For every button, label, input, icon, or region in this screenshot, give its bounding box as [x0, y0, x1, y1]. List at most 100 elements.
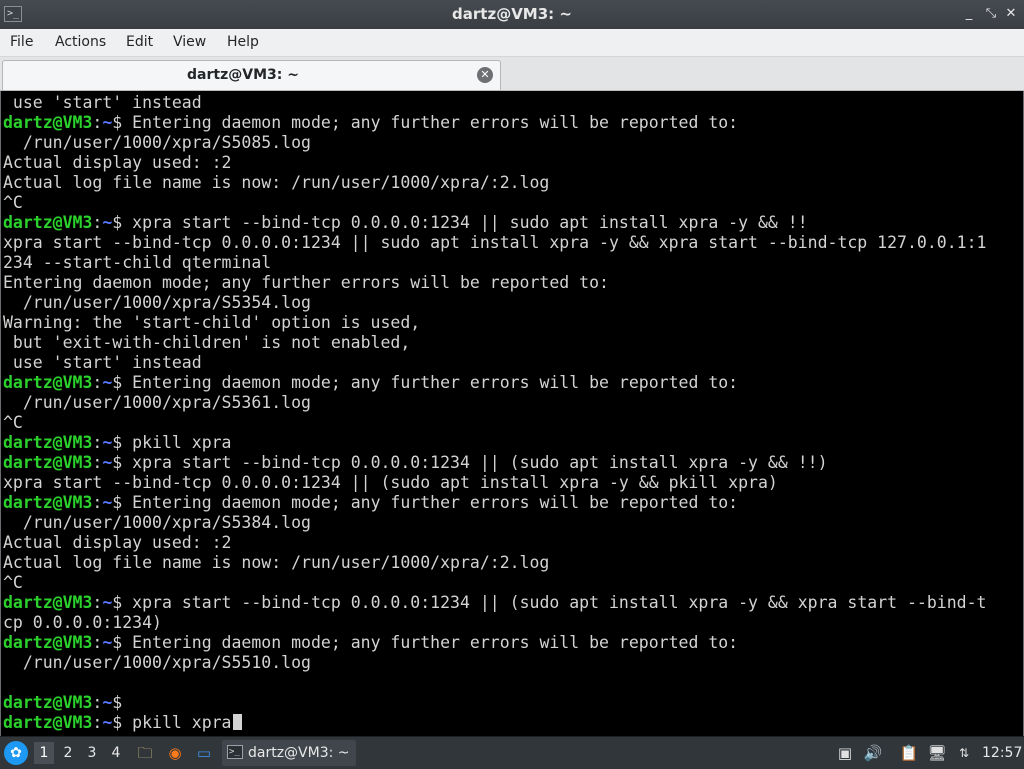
workspace-1[interactable]: 1	[34, 742, 54, 764]
menu-bar: File Actions Edit View Help	[0, 29, 1024, 57]
prompt-user: dartz@VM3	[3, 373, 93, 392]
terminal-output-line: xpra start --bind-tcp 0.0.0.0:1234 || su…	[3, 233, 986, 253]
clipboard-icon[interactable]: 📋	[898, 742, 920, 764]
prompt-separator: :	[92, 713, 103, 732]
terminal-output-line: use 'start' instead	[3, 353, 986, 373]
menu-actions[interactable]: Actions	[55, 29, 106, 56]
command-text: Entering daemon mode; any further errors…	[122, 113, 739, 132]
output-text: cp 0.0.0.0:1234)	[3, 613, 162, 632]
volume-icon[interactable]: 🔊	[862, 742, 884, 764]
prompt-path: ~	[102, 493, 113, 512]
prompt-user: dartz@VM3	[3, 633, 93, 652]
output-text: Entering daemon mode; any further errors…	[3, 273, 609, 292]
prompt-path: ~	[102, 433, 113, 452]
terminal-output-line: but 'exit-with-children' is not enabled,	[3, 333, 986, 353]
menu-help[interactable]: Help	[227, 29, 259, 56]
terminal-tab[interactable]: dartz@VM3: ~ ✕	[2, 60, 501, 90]
output-text: Actual display used: :2	[3, 153, 232, 172]
menu-edit[interactable]: Edit	[126, 29, 153, 56]
menu-view[interactable]: View	[173, 29, 206, 56]
workspace-3[interactable]: 3	[82, 742, 102, 764]
terminal-prompt-line: dartz@VM3:~$ xpra start --bind-tcp 0.0.0…	[3, 593, 986, 613]
prompt-path: ~	[102, 213, 113, 232]
prompt-separator: :	[92, 213, 103, 232]
file-manager-icon[interactable]: 🗀	[134, 742, 156, 764]
prompt-symbol: $	[112, 593, 123, 612]
prompt-separator: :	[92, 453, 103, 472]
prompt-separator: :	[92, 113, 103, 132]
output-text: ^C	[3, 573, 23, 592]
terminal-output-line: /run/user/1000/xpra/S5361.log	[3, 393, 986, 413]
tray-app-icon[interactable]: ▣	[834, 742, 856, 764]
prompt-user: dartz@VM3	[3, 593, 93, 612]
terminal-prompt-line: dartz@VM3:~$ xpra start --bind-tcp 0.0.0…	[3, 453, 986, 473]
terminal-prompt-line: dartz@VM3:~$ pkill xpra	[3, 713, 986, 733]
window-title: dartz@VM3: ~	[452, 5, 572, 23]
command-text: xpra start --bind-tcp 0.0.0.0:1234 || su…	[122, 213, 808, 232]
output-text: 234 --start-child qterminal	[3, 253, 272, 272]
workspace-4[interactable]: 4	[106, 742, 126, 764]
command-text: pkill xpra	[122, 713, 232, 732]
update-notifier-icon[interactable]: ⇅	[953, 742, 975, 764]
terminal-output-line: ^C	[3, 193, 986, 213]
command-text: pkill xpra	[122, 433, 232, 452]
terminal-output-line: 234 --start-child qterminal	[3, 253, 986, 273]
command-text: Entering daemon mode; any further errors…	[122, 373, 739, 392]
terminal-prompt-line: dartz@VM3:~$ Entering daemon mode; any f…	[3, 493, 986, 513]
task-label: dartz@VM3: ~	[248, 745, 350, 761]
terminal-prompt-line: dartz@VM3:~$ Entering daemon mode; any f…	[3, 633, 986, 653]
terminal-output-line: Actual log file name is now: /run/user/1…	[3, 553, 986, 573]
minimize-button[interactable]: _	[962, 7, 976, 21]
prompt-user: dartz@VM3	[3, 693, 93, 712]
desktop-icon[interactable]: ▭	[193, 742, 215, 764]
terminal-prompt-line: dartz@VM3:~$ pkill xpra	[3, 433, 986, 453]
prompt-user: dartz@VM3	[3, 713, 93, 732]
tab-label: dartz@VM3: ~	[187, 67, 299, 83]
terminal-prompt-line: dartz@VM3:~$ Entering daemon mode; any f…	[3, 113, 986, 133]
taskbar-task-terminal[interactable]: >_ dartz@VM3: ~	[222, 740, 356, 766]
prompt-separator: :	[92, 373, 103, 392]
output-text: xpra start --bind-tcp 0.0.0.0:1234 || (s…	[3, 473, 778, 492]
terminal-output-line: /run/user/1000/xpra/S5510.log	[3, 653, 986, 673]
terminal-area[interactable]: use 'start' instead dartz@VM3:~$ Entering…	[0, 91, 1024, 736]
network-icon[interactable]: 🖥	[926, 742, 948, 764]
tab-close-icon[interactable]: ✕	[477, 67, 493, 83]
prompt-path: ~	[102, 373, 113, 392]
prompt-symbol: $	[112, 453, 123, 472]
menu-file[interactable]: File	[10, 29, 33, 56]
start-menu-button[interactable]: ✿	[4, 741, 28, 765]
terminal-output-line: Actual display used: :2	[3, 153, 986, 173]
clock[interactable]: 12:57	[982, 737, 1022, 769]
prompt-path: ~	[102, 693, 113, 712]
prompt-separator: :	[92, 433, 103, 452]
prompt-symbol: $	[112, 633, 123, 652]
prompt-user: dartz@VM3	[3, 433, 93, 452]
start-menu-icon: ✿	[10, 745, 22, 761]
prompt-path: ~	[102, 713, 113, 732]
prompt-user: dartz@VM3	[3, 453, 93, 472]
terminal-output-line: xpra start --bind-tcp 0.0.0.0:1234 || (s…	[3, 473, 986, 493]
output-text: /run/user/1000/xpra/S5085.log	[3, 133, 311, 152]
terminal-output-line: ^C	[3, 413, 986, 433]
output-text: xpra start --bind-tcp 0.0.0.0:1234 || su…	[3, 233, 987, 252]
workspace-2[interactable]: 2	[58, 742, 78, 764]
output-text: Actual display used: :2	[3, 533, 232, 552]
terminal-output-line: ^C	[3, 573, 986, 593]
terminal-output-line: /run/user/1000/xpra/S5085.log	[3, 133, 986, 153]
output-text: Warning: the 'start-child' option is use…	[3, 313, 421, 332]
prompt-path: ~	[102, 633, 113, 652]
terminal-output-line: Entering daemon mode; any further errors…	[3, 273, 986, 293]
maximize-button[interactable]: ⤡	[984, 7, 998, 21]
prompt-separator: :	[92, 633, 103, 652]
output-text: ^C	[3, 413, 23, 432]
close-window-button[interactable]: ✕	[1004, 7, 1018, 21]
output-text: /run/user/1000/xpra/S5510.log	[3, 653, 311, 672]
window-titlebar[interactable]: >_ dartz@VM3: ~ _ ⤡ ✕	[0, 0, 1024, 30]
terminal-output-line: Actual display used: :2	[3, 533, 986, 553]
terminal-output: use 'start' instead dartz@VM3:~$ Entering…	[3, 93, 986, 733]
tab-bar: dartz@VM3: ~ ✕	[0, 57, 1024, 91]
prompt-user: dartz@VM3	[3, 493, 93, 512]
prompt-symbol: $	[112, 493, 123, 512]
firefox-icon[interactable]: ◉	[164, 742, 186, 764]
